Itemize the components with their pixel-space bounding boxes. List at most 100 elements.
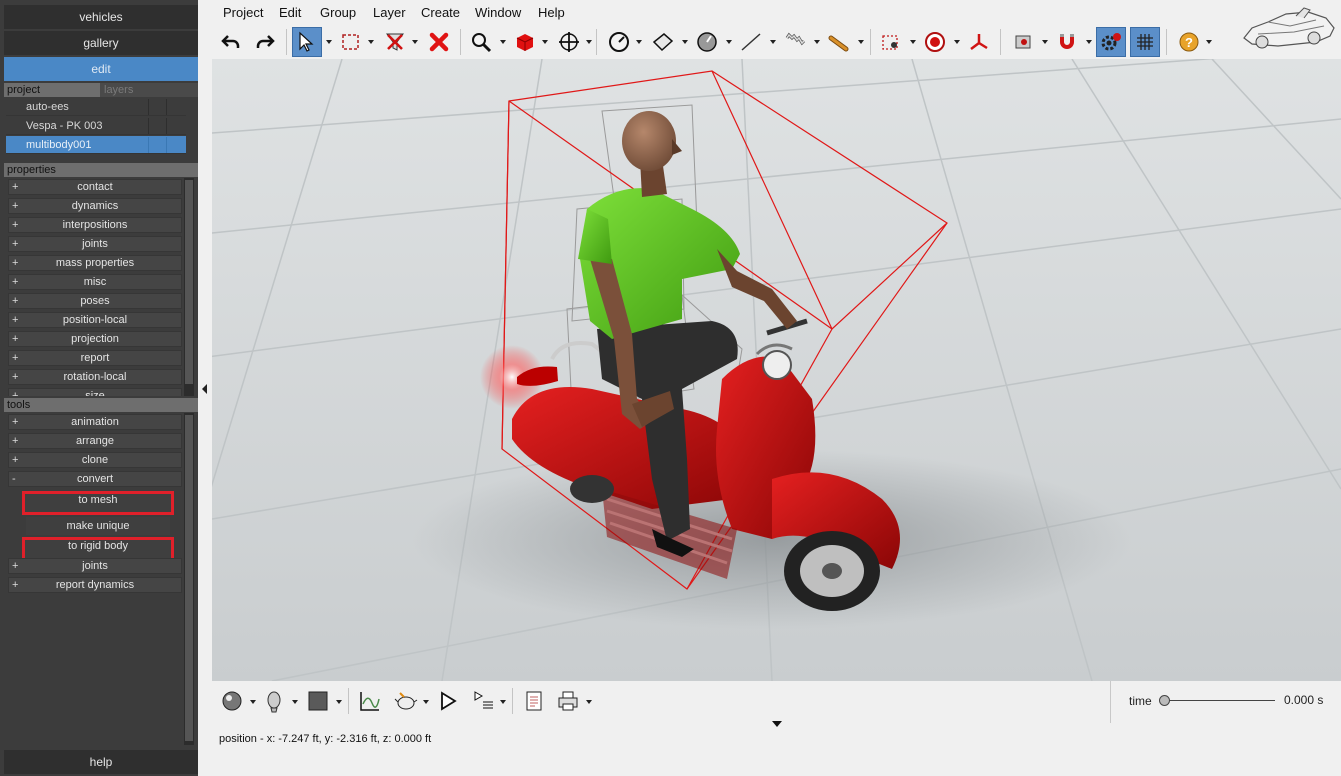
help-button[interactable]: help — [4, 750, 198, 774]
expand-plus-icon[interactable]: + — [12, 414, 18, 430]
collapse-minus-icon[interactable]: - — [12, 471, 16, 487]
make-unique-button[interactable]: make unique — [26, 517, 170, 535]
property-item[interactable]: report + — [4, 349, 198, 368]
3d-viewport[interactable] — [212, 59, 1341, 681]
property-item[interactable]: dynamics + — [4, 197, 198, 216]
tool-item[interactable]: joints + — [4, 557, 198, 576]
redo-icon[interactable] — [250, 27, 280, 57]
nav-edit-button[interactable]: edit — [4, 57, 198, 81]
expand-plus-icon[interactable]: + — [12, 293, 18, 309]
animation-teapot-icon[interactable] — [392, 687, 420, 715]
record-icon[interactable] — [1008, 27, 1038, 57]
axes-icon[interactable] — [964, 27, 994, 57]
menu-window[interactable]: Window — [475, 5, 521, 20]
expand-plus-icon[interactable]: + — [12, 558, 18, 574]
project-item[interactable]: auto-ees — [6, 98, 186, 116]
expand-plus-icon[interactable]: + — [12, 388, 18, 396]
character-head-icon[interactable] — [260, 687, 288, 715]
property-item[interactable]: mass properties + — [4, 254, 198, 273]
scene-canvas[interactable] — [212, 59, 1341, 681]
menu-project[interactable]: Project — [223, 5, 263, 20]
time-value: 0.000 s — [1284, 693, 1324, 707]
report-icon[interactable] — [520, 687, 548, 715]
time-slider-handle[interactable] — [1159, 695, 1170, 706]
property-item[interactable]: projection + — [4, 330, 198, 349]
move-icon[interactable] — [554, 27, 584, 57]
zoom-icon[interactable] — [466, 27, 496, 57]
gauge-icon[interactable] — [604, 27, 634, 57]
property-item[interactable]: joints + — [4, 235, 198, 254]
expand-plus-icon[interactable]: + — [12, 350, 18, 366]
tool-item[interactable]: convert - — [4, 470, 198, 489]
undo-icon[interactable] — [216, 27, 246, 57]
property-item[interactable]: position-local + — [4, 311, 198, 330]
filter-icon[interactable] — [380, 27, 410, 57]
expand-plus-icon[interactable]: + — [12, 577, 18, 593]
tool-item[interactable]: clone + — [4, 451, 198, 470]
expand-plus-icon[interactable]: + — [12, 255, 18, 271]
menu-edit[interactable]: Edit — [279, 5, 301, 20]
delete-icon[interactable] — [424, 27, 454, 57]
playlist-icon[interactable] — [470, 687, 498, 715]
tab-project[interactable]: project — [7, 84, 40, 96]
expand-plus-icon[interactable]: + — [12, 274, 18, 290]
menu-group[interactable]: Group — [320, 5, 356, 20]
property-item[interactable]: size + — [4, 387, 198, 396]
tab-layers[interactable]: layers — [100, 83, 198, 97]
tool-item[interactable]: report dynamics + — [4, 576, 198, 595]
camera-target-icon[interactable] — [876, 27, 906, 57]
collapse-arrow-icon[interactable] — [202, 384, 207, 394]
line-icon[interactable] — [736, 27, 766, 57]
property-item[interactable]: misc + — [4, 273, 198, 292]
panel-splitter[interactable] — [198, 0, 212, 776]
time-slider-track[interactable] — [1163, 700, 1275, 701]
expand-down-icon[interactable] — [772, 721, 782, 727]
plane-icon[interactable] — [648, 27, 678, 57]
help-icon[interactable]: ? — [1174, 27, 1204, 57]
select-arrow-icon[interactable] — [292, 27, 322, 57]
tool-item[interactable]: animation + — [4, 413, 198, 432]
spring-icon[interactable] — [780, 27, 810, 57]
expand-plus-icon[interactable]: + — [12, 179, 18, 195]
settings-icon[interactable] — [1096, 27, 1126, 57]
expand-plus-icon[interactable]: + — [12, 452, 18, 468]
graph-icon[interactable] — [356, 687, 384, 715]
expand-plus-icon[interactable]: + — [12, 433, 18, 449]
menu-help[interactable]: Help — [538, 5, 565, 20]
property-item[interactable]: interpositions + — [4, 216, 198, 235]
tools-scrollbar[interactable] — [184, 413, 194, 745]
project-item-selected[interactable]: multibody001 — [6, 136, 186, 154]
expand-plus-icon[interactable]: + — [12, 312, 18, 328]
target-icon[interactable] — [920, 27, 950, 57]
property-item[interactable]: contact + — [4, 178, 198, 197]
menu-create[interactable]: Create — [421, 5, 460, 20]
expand-plus-icon[interactable]: + — [12, 331, 18, 347]
property-item[interactable]: poses + — [4, 292, 198, 311]
dial-icon[interactable] — [692, 27, 722, 57]
material-sphere-icon[interactable] — [218, 687, 246, 715]
expand-plus-icon[interactable]: + — [12, 198, 18, 214]
menu-layer[interactable]: Layer — [373, 5, 406, 20]
project-item[interactable]: Vespa - PK 003 — [6, 117, 186, 135]
nav-vehicles-button[interactable]: vehicles — [4, 5, 198, 29]
to-mesh-button[interactable]: to mesh — [22, 491, 174, 515]
expand-plus-icon[interactable]: + — [12, 236, 18, 252]
tool-item[interactable]: arrange + — [4, 432, 198, 451]
expand-plus-icon[interactable]: + — [12, 369, 18, 385]
color-swatch-icon[interactable] — [304, 687, 332, 715]
grid-icon[interactable] — [1130, 27, 1160, 57]
tools-list: animation + arrange + clone + convert - to mesh m… — [4, 413, 198, 745]
magnet-icon[interactable] — [1052, 27, 1082, 57]
property-item[interactable]: rotation-local + — [4, 368, 198, 387]
select-box-icon[interactable] — [336, 27, 366, 57]
nav-gallery-button[interactable]: gallery — [4, 31, 198, 55]
bottom-bar: time 0.000 s position - x: -7.247 ft, y:… — [212, 681, 1341, 776]
play-icon[interactable] — [434, 687, 462, 715]
print-icon[interactable] — [554, 687, 582, 715]
cylinder-icon[interactable] — [824, 27, 854, 57]
cube-icon[interactable] — [510, 27, 540, 57]
properties-scrollbar[interactable] — [184, 178, 194, 396]
expand-plus-icon[interactable]: + — [12, 217, 18, 233]
app-logo-icon — [1243, 7, 1335, 49]
tool-item-label: clone — [8, 452, 182, 468]
